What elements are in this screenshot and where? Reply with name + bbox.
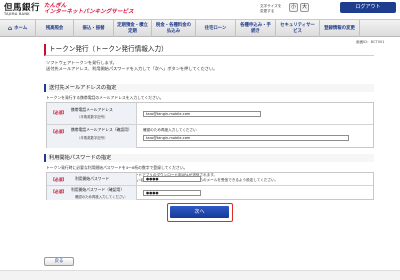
required-badge: 【必須】 <box>51 129 67 134</box>
email-confirm-row-head: 【必須】 携帯電話メールアドレス（確認用） （半角英数字記号） <box>47 125 137 148</box>
nav-time-deposit[interactable]: 定期預金・積立定期 <box>114 20 152 37</box>
nav-transfer[interactable]: 振込・振替 <box>74 20 114 37</box>
password-label: 利用開始パスワード <box>75 176 110 181</box>
global-nav: ⌂ ホーム 残高照会 振込・振替 定期預金・積立定期 税金・各種料金の払込み 住… <box>0 19 400 37</box>
required-badge: 【必須】 <box>51 189 67 194</box>
header: 但馬銀行 TAJIMA BANK たんぎん インターネットバンキングサービス 文… <box>0 0 400 19</box>
password-confirm-input[interactable]: ●●●● <box>143 190 201 196</box>
service-name: たんぎん インターネットバンキングサービス <box>44 3 134 15</box>
password-row-head: 【必須】 利用開始パスワード <box>47 173 137 185</box>
password-section-title: 利用開始パスワードの指定 <box>44 154 374 162</box>
email-input[interactable]: taro@tangin.mobile.com <box>143 111 261 117</box>
nav-home[interactable]: ⌂ ホーム <box>0 20 36 37</box>
email-confirm-label: 携帯電話メールアドレス（確認用） <box>71 127 132 132</box>
nav-applications[interactable]: 各種申込み・手続き <box>236 20 276 37</box>
footer <box>0 270 400 280</box>
email-sub-label: （半角英数字記号） <box>77 115 108 119</box>
password-section-desc: トークン発行時に必要な利用開始パスワードを4〜8桁の数字で登録してください。 <box>46 165 188 170</box>
email-row-head: 【必須】 携帯電話メールアドレス （半角英数字記号） <box>47 103 137 124</box>
next-button[interactable]: 次へ <box>170 206 229 218</box>
nav-housing-loan[interactable]: 住宅ローン <box>196 20 236 37</box>
email-confirm-sub-label: （半角英数字記号） <box>77 136 108 140</box>
password-input[interactable]: ●●●● <box>143 176 201 182</box>
intro-text: ソフトウェアトークンを発行します。 送付先メールアドレス、利用開始パスワードを入… <box>46 60 217 72</box>
required-badge: 【必須】 <box>51 177 67 182</box>
nav-security[interactable]: セキュリティサービス <box>276 20 320 37</box>
password-confirm-sub-label: 確認のため再度入力してください <box>75 195 126 199</box>
nav-registration[interactable]: 登録情報の変更 <box>320 20 360 37</box>
font-size-small-button[interactable]: 小 <box>289 3 298 12</box>
email-confirm-row: 【必須】 携帯電話メールアドレス（確認用） （半角英数字記号） 確認のため再度入… <box>47 125 373 148</box>
nav-payments[interactable]: 税金・各種料金の払込み <box>152 20 196 37</box>
home-icon: ⌂ <box>7 24 13 32</box>
email-label: 携帯電話メールアドレス <box>71 107 113 112</box>
font-size-label-line1: 文字サイズを <box>260 4 282 8</box>
email-row: 【必須】 携帯電話メールアドレス （半角英数字記号） taro@tangin.m… <box>47 103 373 125</box>
nav-home-label: ホーム <box>14 25 28 31</box>
font-size-label: 文字サイズを 変更する <box>260 4 281 13</box>
required-badge: 【必須】 <box>51 110 67 115</box>
next-button-frame: 次へ <box>167 203 233 222</box>
font-size-large-button[interactable]: 大 <box>300 3 309 12</box>
intro-line2: 送付先メールアドレス、利用開始パスワードを入力して「次へ」ボタンを押してください… <box>46 66 218 72</box>
page-title: トークン発行（トークン発行情報入力） <box>44 44 374 56</box>
back-button[interactable]: 戻る <box>44 257 74 266</box>
email-section-title: 送付先メールアドレスの指定 <box>44 84 374 92</box>
nav-balance[interactable]: 残高照会 <box>36 20 74 37</box>
password-row: 【必須】 利用開始パスワード ●●●● <box>47 173 373 186</box>
email-confirm-input[interactable]: taro@tangin.mobile.com <box>143 135 349 141</box>
email-confirm-hint: 確認のため再度入力してください <box>143 128 197 132</box>
logout-button[interactable]: ログアウト <box>340 2 396 13</box>
email-form: 【必須】 携帯電話メールアドレス （半角英数字記号） taro@tangin.m… <box>46 102 374 148</box>
logo-english: TAJIMA BANK <box>4 12 30 16</box>
password-confirm-row-head: 【必須】 利用開始パスワード（確認用） 確認のため再度入力してください <box>47 186 137 200</box>
service-name-line2: インターネットバンキングサービス <box>44 9 134 15</box>
email-section-desc: トークンを発行する携帯電話のメールアドレスを入力してください。 <box>46 95 164 100</box>
password-form: 【必須】 利用開始パスワード ●●●● 【必須】 利用開始パスワード（確認用） … <box>46 172 374 200</box>
font-size-label-line2: 変更する <box>260 8 275 13</box>
password-confirm-label: 利用開始パスワード（確認用） <box>71 187 125 192</box>
password-confirm-row: 【必須】 利用開始パスワード（確認用） 確認のため再度入力してください ●●●● <box>47 186 373 200</box>
